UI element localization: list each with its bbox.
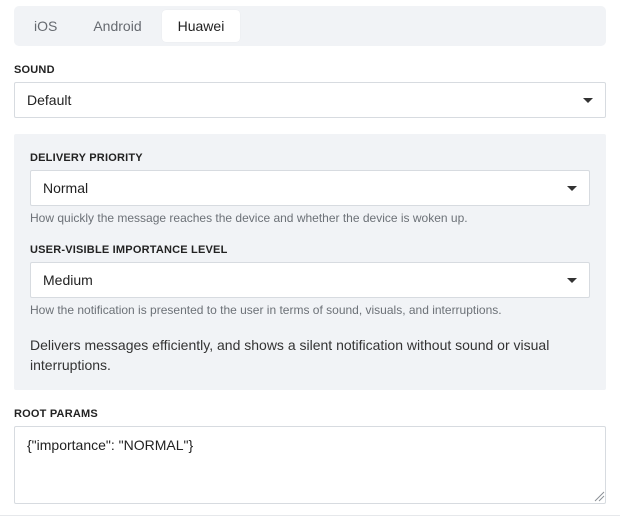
chevron-down-icon [583, 97, 593, 103]
importance-label: USER-VISIBLE IMPORTANCE LEVEL [30, 244, 228, 256]
sound-select-value: Default [27, 92, 72, 108]
delivery-priority-label: DELIVERY PRIORITY [30, 152, 143, 164]
delivery-priority-value: Normal [43, 180, 89, 196]
delivery-priority-select[interactable]: Normal [30, 170, 590, 206]
tab-huawei[interactable]: Huawei [161, 10, 241, 42]
push-settings-form: iOS Android Huawei SOUND Default DELIVER… [0, 0, 620, 520]
importance-description: Delivers messages efficiently, and shows… [30, 337, 550, 373]
chevron-down-icon [567, 277, 577, 283]
delivery-priority-help: How quickly the message reaches the devi… [30, 211, 468, 225]
root-params-textarea[interactable]: {"importance": "NORMAL"} [14, 426, 606, 504]
sound-label: SOUND [14, 64, 55, 76]
chevron-down-icon [567, 185, 577, 191]
tab-android[interactable]: Android [77, 10, 157, 42]
resize-handle-icon[interactable] [593, 490, 605, 502]
sound-select[interactable]: Default [14, 82, 606, 118]
platform-tabs: iOS Android Huawei [14, 6, 606, 46]
divider [0, 515, 620, 516]
importance-select[interactable]: Medium [30, 262, 590, 298]
root-params-label: ROOT PARAMS [14, 408, 98, 420]
importance-value: Medium [43, 272, 93, 288]
importance-help: How the notification is presented to the… [30, 303, 502, 317]
tab-ios[interactable]: iOS [18, 10, 73, 42]
